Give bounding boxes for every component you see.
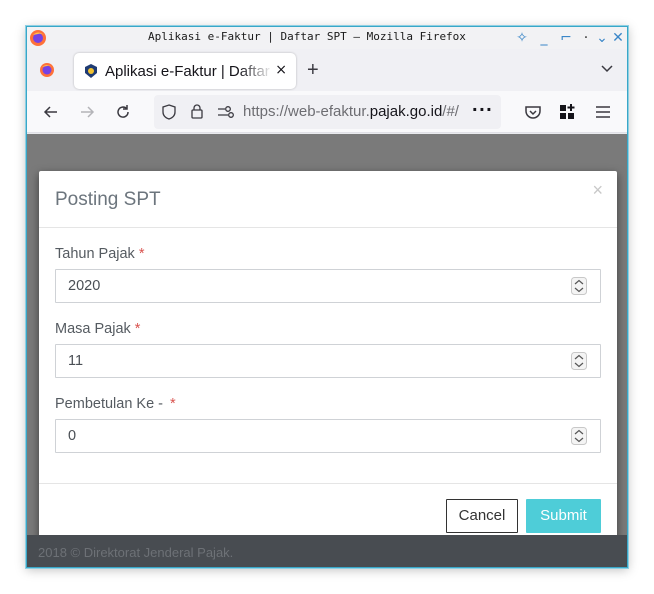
extensions-icon[interactable] <box>557 102 577 122</box>
url-suffix: /#/ <box>442 103 459 120</box>
reload-icon[interactable] <box>113 102 133 122</box>
close-icon[interactable]: × <box>592 180 603 201</box>
tab-efaktur[interactable]: Aplikasi e-Faktur | Daftar SPT × <box>74 53 296 89</box>
title-bar: Aplikasi e-Faktur | Daftar SPT — Mozilla… <box>27 27 627 49</box>
masa-pajak-input[interactable]: 11 <box>55 344 601 378</box>
posting-spt-dialog: Posting SPT × Tahun Pajak * 2020 Masa Paj… <box>39 171 617 549</box>
back-arrow-icon[interactable] <box>41 102 61 122</box>
required-mark: * <box>134 321 141 337</box>
number-spinner-icon[interactable] <box>571 427 587 445</box>
djp-logo-icon <box>85 64 97 78</box>
required-mark: * <box>138 246 145 262</box>
masa-pajak-value: 11 <box>68 353 84 369</box>
firefox-view-icon[interactable] <box>39 62 55 78</box>
chevron-down-icon[interactable] <box>601 63 613 75</box>
tahun-pajak-input[interactable]: 2020 <box>55 269 601 303</box>
field-label-text: Pembetulan Ke - <box>55 396 164 412</box>
footer-copyright: 2018 © Direktorat Jenderal Pajak. <box>38 545 234 560</box>
number-spinner-icon[interactable] <box>571 352 587 370</box>
field-label-text: Tahun Pajak <box>55 246 135 262</box>
url-bar[interactable]: https://web-efaktur.pajak.go.id/#/ ··· <box>154 95 501 129</box>
page-actions-more-icon[interactable]: ··· <box>472 100 493 119</box>
pembetulan-ke-value: 0 <box>68 428 77 444</box>
new-tab-button[interactable]: + <box>307 59 319 82</box>
navigation-bar: https://web-efaktur.pajak.go.id/#/ ··· <box>27 91 627 133</box>
cancel-button[interactable]: Cancel <box>446 499 518 533</box>
firefox-icon <box>30 30 46 46</box>
modal-title: Posting SPT <box>55 189 161 210</box>
url-text[interactable]: https://web-efaktur.pajak.go.id/#/ <box>243 103 468 120</box>
forward-arrow-icon[interactable] <box>77 102 97 122</box>
permissions-icon[interactable] <box>216 104 234 120</box>
pembetulan-ke-input[interactable]: 0 <box>55 419 601 453</box>
tab-close-icon[interactable]: × <box>275 62 287 78</box>
tab-title: Aplikasi e-Faktur | Daftar SPT <box>105 62 273 80</box>
number-spinner-icon[interactable] <box>571 277 587 295</box>
window-title: Aplikasi e-Faktur | Daftar SPT — Mozilla… <box>148 30 466 43</box>
modal-footer <box>39 483 617 484</box>
hamburger-menu-icon[interactable] <box>593 102 613 122</box>
pocket-icon[interactable] <box>523 102 543 122</box>
minimize-button[interactable]: _ <box>535 29 553 47</box>
shield-icon[interactable] <box>161 104 177 120</box>
submit-button[interactable]: Submit <box>526 499 601 533</box>
label-masa-pajak: Masa Pajak * <box>55 321 140 337</box>
tahun-pajak-value: 2020 <box>68 278 101 294</box>
browser-window: Aplikasi e-Faktur | Daftar SPT — Mozilla… <box>26 26 628 568</box>
page-content-backdrop: Posting SPT × Tahun Pajak * 2020 Masa Paj… <box>27 134 627 567</box>
required-mark: * <box>170 396 176 412</box>
page-footer: 2018 © Direktorat Jenderal Pajak. <box>27 535 627 567</box>
tab-bar: Aplikasi e-Faktur | Daftar SPT × + <box>27 49 627 91</box>
modal-header: Posting SPT × <box>39 171 617 228</box>
keep-above-icon[interactable]: ✧ <box>513 29 531 47</box>
label-pembetulan-ke: Pembetulan Ke - * <box>55 396 176 412</box>
label-tahun-pajak: Tahun Pajak * <box>55 246 144 262</box>
url-domain: pajak.go.id <box>369 103 443 120</box>
field-label-text: Masa Pajak <box>55 321 131 337</box>
close-window-button[interactable]: ✕ <box>609 29 627 47</box>
url-prefix: https://web-efaktur. <box>243 103 370 120</box>
maximize-button[interactable]: ⌐ <box>557 29 575 47</box>
lock-icon[interactable] <box>190 103 204 120</box>
